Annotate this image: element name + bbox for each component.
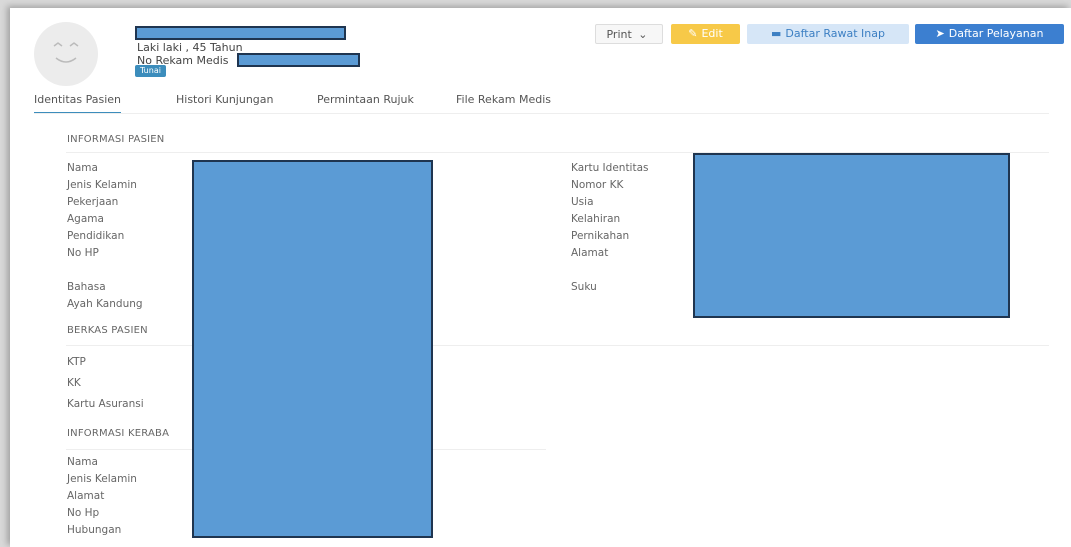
edit-button[interactable]: ✎ Edit xyxy=(671,24,740,44)
chevron-down-icon: ⌄ xyxy=(638,28,648,41)
label-jenis-kelamin: Jenis Kelamin xyxy=(67,179,137,191)
label-agama: Agama xyxy=(67,213,104,225)
tab-file-rekam-medis[interactable]: File Rekam Medis xyxy=(456,92,551,108)
label-nomor-kk: Nomor KK xyxy=(571,179,624,191)
section-title-berkas-pasien: BERKAS PASIEN xyxy=(67,325,148,336)
pelayanan-label: Daftar Pelayanan xyxy=(948,27,1044,40)
rawat-inap-label: Daftar Rawat Inap xyxy=(785,27,885,40)
tab-identitas-pasien[interactable]: Identitas Pasien xyxy=(34,92,122,114)
daftar-pelayanan-button[interactable]: ➤ Daftar Pelayanan xyxy=(915,24,1064,44)
label-kerabat-jenis-kelamin: Jenis Kelamin xyxy=(67,473,137,485)
tab-histori-kunjungan[interactable]: Histori Kunjungan xyxy=(176,92,273,108)
label-pekerjaan: Pekerjaan xyxy=(67,196,119,208)
redacted-patient-name xyxy=(135,26,346,40)
label-kerabat-no-hp: No Hp xyxy=(67,507,100,519)
print-button[interactable]: Print ⌄ xyxy=(595,24,663,44)
section-title-informasi-pasien: INFORMASI PASIEN xyxy=(67,134,165,145)
label-kk: KK xyxy=(67,377,81,389)
label-bahasa: Bahasa xyxy=(67,281,106,293)
label-pernikahan: Pernikahan xyxy=(571,230,630,242)
label-kerabat-nama: Nama xyxy=(67,456,98,468)
label-suku: Suku xyxy=(571,281,597,293)
gender-age-text: Laki laki , 45 Tahun xyxy=(137,41,243,54)
section-title-informasi-kerabat: INFORMASI KERABA xyxy=(67,428,170,439)
daftar-rawat-inap-button[interactable]: ▬ Daftar Rawat Inap xyxy=(747,24,909,44)
label-kartu-asuransi: Kartu Asuransi xyxy=(67,398,144,410)
patient-detail-panel: Laki laki , 45 Tahun No Rekam Medis Tuna… xyxy=(10,8,1071,547)
label-alamat: Alamat xyxy=(571,247,609,259)
pencil-icon: ✎ xyxy=(688,27,698,40)
edit-button-label: Edit xyxy=(701,27,723,40)
label-nama: Nama xyxy=(67,162,98,174)
redacted-left-values xyxy=(192,160,433,538)
label-no-hp: No HP xyxy=(67,247,99,259)
tab-divider xyxy=(34,113,1049,114)
smiley-face-icon xyxy=(53,42,79,63)
label-kerabat-hubungan: Hubungan xyxy=(67,524,122,536)
print-button-label: Print xyxy=(606,28,632,41)
payment-badge: Tunai xyxy=(135,65,166,77)
label-ayah-kandung: Ayah Kandung xyxy=(67,298,143,310)
redacted-right-values xyxy=(693,153,1010,318)
label-usia: Usia xyxy=(571,196,594,208)
tab-permintaan-rujuk[interactable]: Permintaan Rujuk xyxy=(317,92,414,108)
label-kerabat-alamat: Alamat xyxy=(67,490,105,502)
avatar xyxy=(34,22,98,86)
send-icon: ➤ xyxy=(935,27,945,40)
label-kelahiran: Kelahiran xyxy=(571,213,621,225)
bed-icon: ▬ xyxy=(771,27,782,40)
label-pendidikan: Pendidikan xyxy=(67,230,125,242)
label-ktp: KTP xyxy=(67,356,86,368)
label-kartu-identitas: Kartu Identitas xyxy=(571,162,649,174)
redacted-rekam-medis-number xyxy=(237,53,360,67)
